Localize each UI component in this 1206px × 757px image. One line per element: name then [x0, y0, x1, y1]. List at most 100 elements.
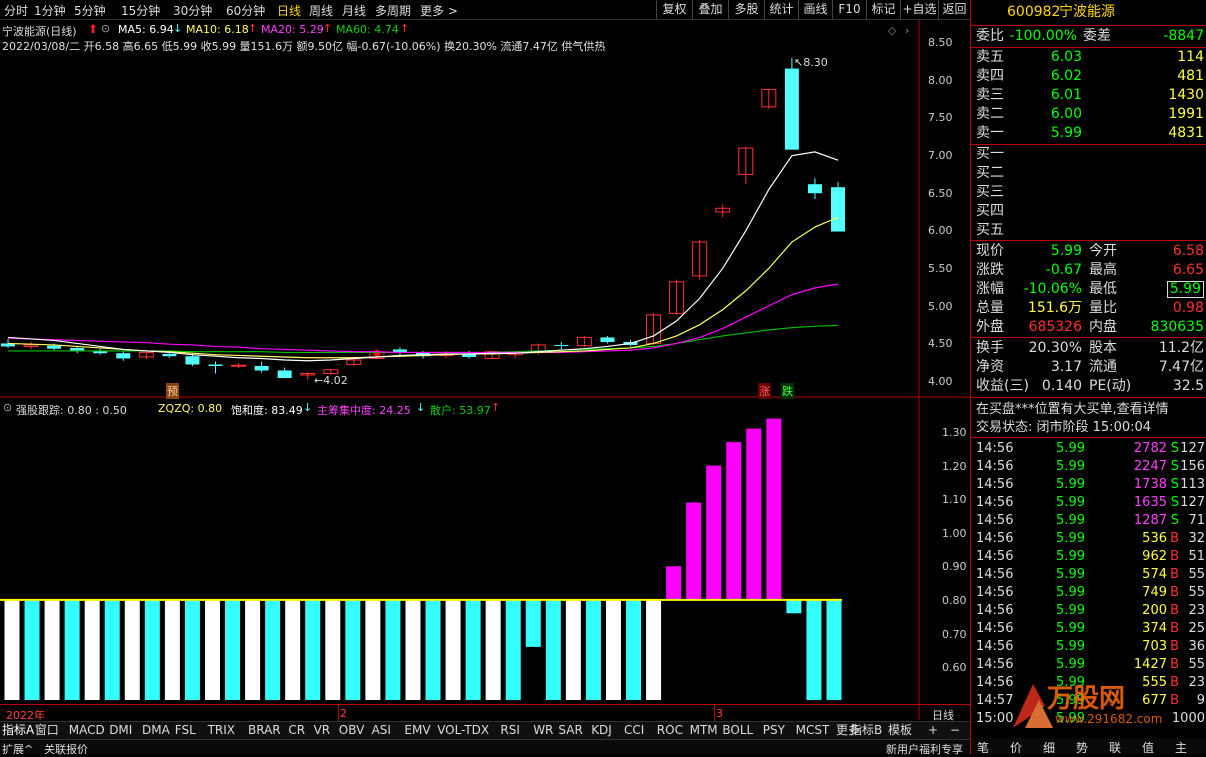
indicator-tab-0[interactable]: 指标A: [2, 722, 34, 738]
weicha-value: -8847: [1163, 28, 1204, 44]
indicator-tab-6[interactable]: TRIX: [208, 722, 235, 738]
bid-row[interactable]: 买一: [971, 145, 1206, 164]
detail-tab[interactable]: 值: [1142, 739, 1154, 756]
month-label: 3: [716, 707, 723, 720]
indicator-tab-16[interactable]: SAR: [558, 722, 582, 738]
candle: [231, 364, 247, 367]
indicator-tab-7[interactable]: BRAR: [248, 722, 281, 738]
indicator-tab-3[interactable]: DMI: [109, 722, 132, 738]
tab-30min[interactable]: 30分钟: [173, 2, 212, 19]
bid-row[interactable]: 买五: [971, 221, 1206, 240]
bid-row[interactable]: 买三: [971, 183, 1206, 202]
indicator-tab-9[interactable]: VR: [314, 722, 331, 738]
tab-60min[interactable]: 60分钟: [226, 2, 265, 19]
indicator-tab-10[interactable]: OBV: [339, 722, 365, 738]
low-price-label: ←4.02: [314, 374, 348, 387]
tab-15min[interactable]: 15分钟: [121, 2, 160, 19]
indicator-tab-22[interactable]: PSY: [763, 722, 785, 738]
tab-daily[interactable]: 日线: [277, 2, 301, 19]
indicator-tab-8[interactable]: CR: [288, 722, 305, 738]
indicator-tab-1[interactable]: 窗口: [35, 722, 59, 738]
tick-time: 14:56: [976, 621, 1014, 636]
indicator-tab-19[interactable]: ROC: [657, 722, 683, 738]
tick-volume: 536: [1142, 531, 1167, 546]
indicator-tab-right-0[interactable]: 指标B: [850, 722, 882, 738]
tick-volume: 574: [1142, 567, 1167, 582]
settings-icon[interactable]: ⊙: [3, 401, 12, 414]
y-tick: 6.50: [928, 187, 953, 200]
tick-count: 25: [1188, 621, 1205, 636]
indicator-tab-13[interactable]: VOL-TDX: [437, 722, 489, 738]
indicator-tab-11[interactable]: ASI: [372, 722, 391, 738]
ask-row[interactable]: 卖三 6.01 1430: [971, 86, 1206, 105]
indicator-tab-20[interactable]: MTM: [690, 722, 718, 738]
minus-icon[interactable]: −: [950, 722, 960, 738]
multi-stock-button[interactable]: 多股: [728, 0, 764, 20]
detail-tab[interactable]: 联: [1109, 739, 1121, 756]
level-price: 6.00: [1050, 106, 1082, 122]
tick-direction: B: [1170, 621, 1179, 636]
ask-row[interactable]: 卖二 6.00 1991: [971, 105, 1206, 124]
tab-more[interactable]: 更多 >: [420, 2, 458, 19]
tab-fenshi[interactable]: 分时: [4, 2, 28, 19]
candle: [208, 364, 223, 366]
tab-monthly[interactable]: 月线: [342, 2, 366, 19]
indicator-tab-5[interactable]: FSL: [175, 722, 196, 738]
kline-chart[interactable]: [0, 20, 970, 720]
notice-text[interactable]: 在买盘***位置有大买单,查看详情: [976, 400, 1169, 419]
ask-row[interactable]: 卖四 6.02 481: [971, 67, 1206, 86]
notice[interactable]: 在买盘***位置有大买单,查看详情: [971, 400, 1206, 419]
detail-tab[interactable]: 细: [1043, 739, 1055, 756]
indicator-bar: [445, 599, 461, 700]
mark-button[interactable]: 标记: [866, 0, 900, 20]
detail-tab[interactable]: 主: [1175, 739, 1187, 756]
level-label: 卖二: [976, 106, 1004, 122]
indicator-tab-4[interactable]: DMA: [142, 722, 170, 738]
bid-row[interactable]: 买四: [971, 202, 1206, 221]
indicator-tab-14[interactable]: RSI: [500, 722, 520, 738]
indicator-bar: [144, 599, 160, 700]
plus-icon[interactable]: +: [928, 722, 938, 738]
indicator-tab-12[interactable]: EMV: [404, 722, 430, 738]
bid-row[interactable]: 买二: [971, 164, 1206, 183]
indicator-tab-right-1[interactable]: 模板: [888, 722, 912, 738]
detail-tab[interactable]: 笔: [977, 739, 989, 756]
overlay-button[interactable]: 叠加: [692, 0, 728, 20]
indicator-tab-23[interactable]: MCST: [796, 722, 830, 738]
candle: [807, 184, 822, 194]
tick-row: 14:56 5.99 2782 S 127: [971, 440, 1206, 458]
indicator-tab-21[interactable]: BOLL: [722, 722, 753, 738]
tab-weekly[interactable]: 周线: [309, 2, 333, 19]
tab-5min[interactable]: 5分钟: [74, 2, 106, 19]
detail-tab[interactable]: 价: [1010, 739, 1022, 756]
stats-button[interactable]: 统计: [764, 0, 798, 20]
y-tick: 8.50: [928, 36, 953, 49]
indicator-bar: [104, 599, 120, 700]
related-quote-button[interactable]: 关联报价: [44, 741, 88, 757]
ask-row[interactable]: 卖一 5.99 4831: [971, 124, 1206, 143]
indicator-tab-18[interactable]: CCI: [624, 722, 644, 738]
quote-label: 最高: [1089, 262, 1117, 278]
candle: [116, 353, 131, 359]
f10-button[interactable]: F10: [832, 0, 866, 20]
draw-button[interactable]: 画线: [798, 0, 832, 20]
tick-count: 127: [1180, 441, 1205, 456]
tick-price: 5.99: [1056, 459, 1085, 474]
indicator-tab-2[interactable]: MACD: [69, 722, 105, 738]
stock-header: 600982 宁波能源: [971, 3, 1206, 22]
arrow-down-icon: ↓: [303, 401, 313, 414]
detail-tab[interactable]: 势: [1076, 739, 1088, 756]
tick-count: 55: [1188, 567, 1205, 582]
tick-time: 14:56: [976, 549, 1014, 564]
indicator-tab-17[interactable]: KDJ: [591, 722, 612, 738]
y-tick: 4.00: [928, 375, 953, 388]
tab-1min[interactable]: 1分钟: [34, 2, 66, 19]
indicator-tab-15[interactable]: WR: [533, 722, 553, 738]
fuquan-button[interactable]: 复权: [656, 0, 692, 20]
tab-multi-period[interactable]: 多周期: [375, 2, 411, 19]
ask-row[interactable]: 卖五 6.03 114: [971, 48, 1206, 67]
expand-button[interactable]: 扩展^: [2, 741, 33, 757]
new-user-promo[interactable]: 新用户福利专享: [886, 741, 963, 757]
add-watchlist-button[interactable]: +自选: [900, 0, 938, 20]
back-button[interactable]: 返回: [938, 0, 970, 20]
